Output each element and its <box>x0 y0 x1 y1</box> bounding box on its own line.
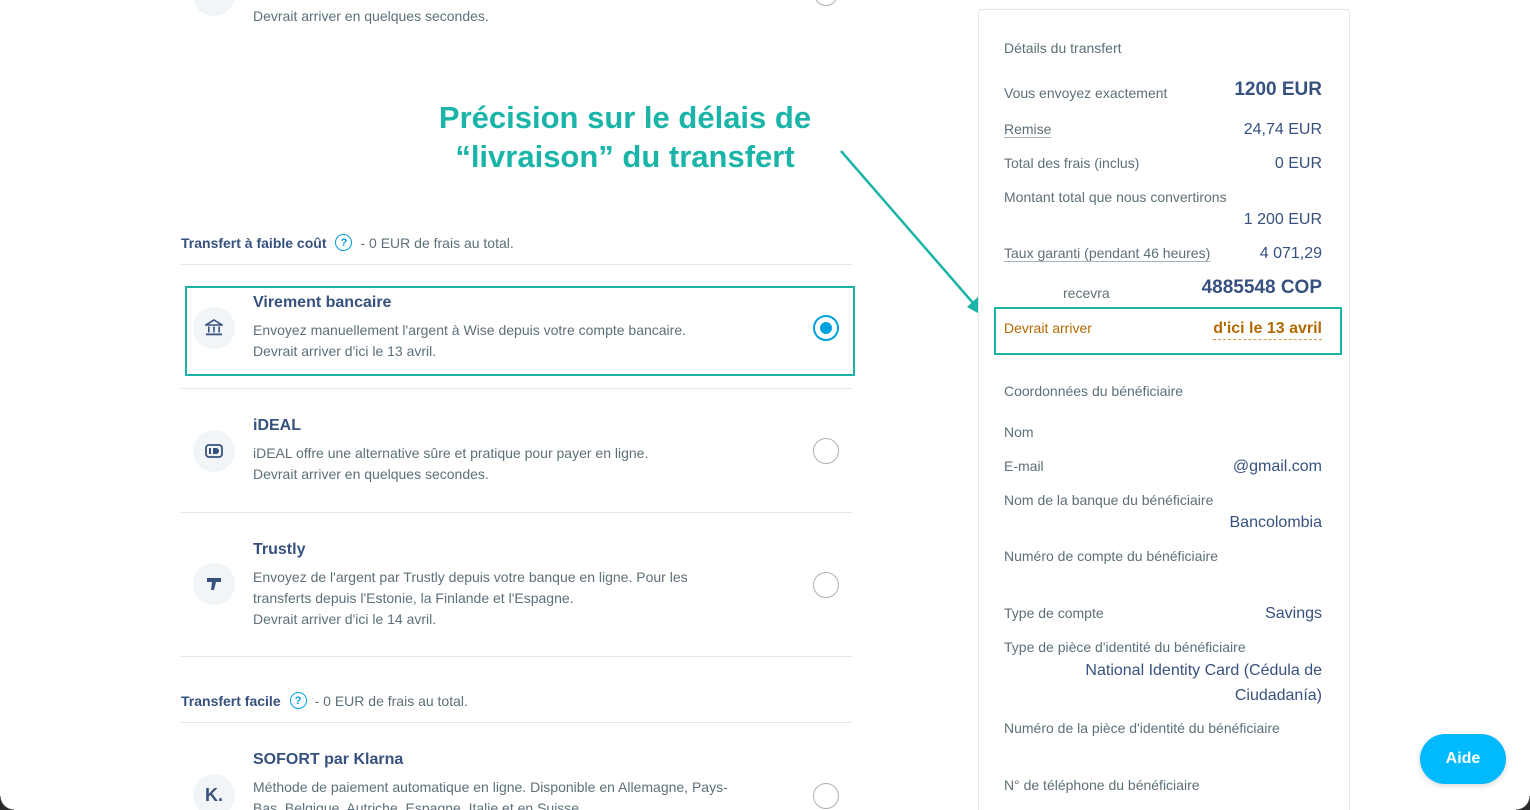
top-option-radio[interactable] <box>814 0 838 6</box>
convert-value: 1 200 EUR <box>1243 211 1322 228</box>
convert-label: Montant total que nous convertirons <box>1004 189 1227 205</box>
annotation-highlight-box <box>994 307 1342 355</box>
recipient-heading: Coordonnées du bénéficiaire <box>1004 383 1184 399</box>
id-number-label: Numéro de la pièce d'identité du bénéfic… <box>1004 720 1280 736</box>
help-icon[interactable]: ? <box>335 234 353 251</box>
rate-value: 4 071,29 <box>1259 245 1322 262</box>
option-radio[interactable] <box>813 438 839 464</box>
name-label: Nom <box>1004 424 1034 440</box>
divider <box>181 722 852 723</box>
window-corner <box>0 796 14 810</box>
option-radio[interactable] <box>813 783 839 809</box>
email-value: @gmail.com <box>1232 458 1322 475</box>
option-description: Méthode de paiement automatique en ligne… <box>253 777 773 810</box>
option-arrival-line: Devrait arriver en quelques secondes. <box>253 466 489 482</box>
easy-fee: - 0 EUR de frais au total. <box>314 692 468 709</box>
id-type-label: Type de pièce d'identité du bénéficiaire <box>1004 639 1246 655</box>
ideal-icon <box>193 430 235 472</box>
account-label: Numéro de compte du bénéficiaire <box>1004 548 1219 564</box>
annotation-arrow <box>840 150 985 317</box>
annotation-line: Précision sur le délais de <box>438 100 812 135</box>
option-description-line: Méthode de paiement automatique en ligne… <box>253 779 728 795</box>
help-icon[interactable]: ? <box>289 692 307 709</box>
low-cost-section-header: Transfert à faible coût ? - 0 EUR de fra… <box>181 234 514 251</box>
option-description: iDEAL offre une alternative sûre et prat… <box>253 443 773 485</box>
option-radio[interactable] <box>813 572 839 598</box>
divider <box>181 656 852 657</box>
window-corner <box>1516 796 1530 810</box>
card-icon <box>194 0 234 16</box>
option-description-line: Bas, Belgique, Autriche, Espagne, Italie… <box>253 800 583 810</box>
option-name: Trustly <box>253 541 306 558</box>
phone-label: N° de téléphone du bénéficiaire <box>1004 777 1200 793</box>
help-button[interactable]: Aide <box>1420 734 1506 784</box>
bank-label: Nom de la banque du bénéficiaire <box>1004 492 1214 508</box>
option-arrival-line: Devrait arriver d'ici le 14 avril. <box>253 611 437 627</box>
divider <box>181 264 852 265</box>
low-cost-title: Transfert à faible coût <box>181 234 327 251</box>
option-description-line: iDEAL offre une alternative sûre et prat… <box>253 445 649 461</box>
top-option-description: Devrait arriver en quelques secondes. <box>253 8 489 24</box>
option-description-line: transferts depuis l'Estonie, la Finlande… <box>253 590 574 606</box>
option-trustly[interactable]: Trustly Envoyez de l'argent par Trustly … <box>181 536 852 646</box>
option-name: iDEAL <box>253 417 301 434</box>
option-ideal[interactable]: iDEAL iDEAL offre une alternative sûre e… <box>181 412 852 502</box>
annotation-text: Précision sur le délais de “livraison” d… <box>380 98 870 176</box>
annotation-highlight-box <box>185 286 855 376</box>
send-value: 1200 EUR <box>1234 79 1322 100</box>
option-name: SOFORT par Klarna <box>253 751 404 768</box>
divider <box>181 388 852 389</box>
easy-section-header: Transfert facile ? - 0 EUR de frais au t… <box>181 692 468 709</box>
divider <box>181 512 852 513</box>
low-cost-fee: - 0 EUR de frais au total. <box>360 234 514 251</box>
trustly-icon <box>193 563 235 605</box>
option-description: Envoyez de l'argent par Trustly depuis v… <box>253 567 773 630</box>
annotation-line: “livraison” du transfert <box>455 139 795 174</box>
account-type-value: Savings <box>1265 605 1322 622</box>
transfer-summary-panel: Détails du transfert Vous envoyez exacte… <box>978 9 1350 810</box>
option-description-line: Envoyez de l'argent par Trustly depuis v… <box>253 569 688 585</box>
details-heading: Détails du transfert <box>1004 40 1122 56</box>
id-type-value: National Identity Card (Cédula de Ciudad… <box>1085 662 1322 704</box>
klarna-icon: K. <box>193 774 235 810</box>
receive-label: recevra <box>1063 285 1110 301</box>
fees-value: 0 EUR <box>1274 155 1322 172</box>
easy-title: Transfert facile <box>181 692 281 709</box>
discount-value: 24,74 EUR <box>1243 121 1322 138</box>
bank-value: Bancolombia <box>1229 514 1323 531</box>
receive-value: 4885548 COP <box>1201 277 1322 298</box>
option-sofort[interactable]: K. SOFORT par Klarna Méthode de paiement… <box>181 746 852 810</box>
